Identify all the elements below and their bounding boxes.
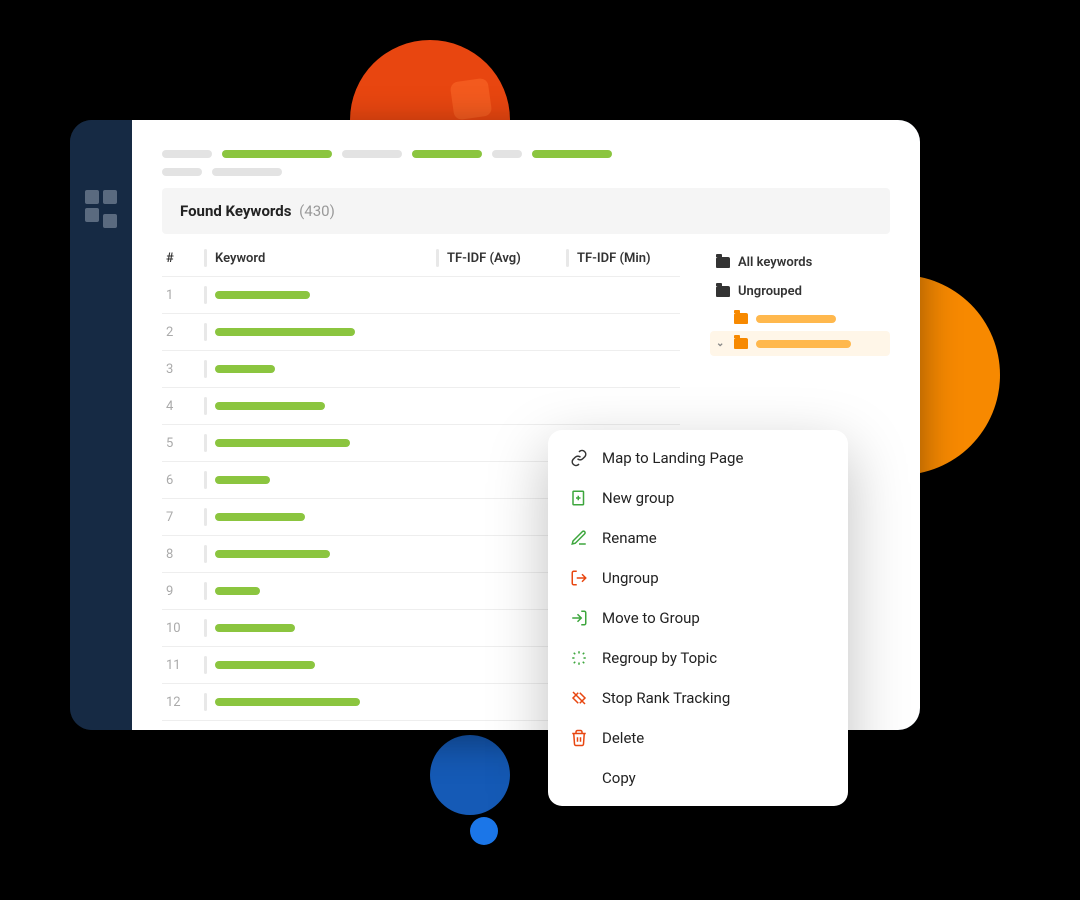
dashboard-icon[interactable] [85,190,117,730]
breadcrumb-row2 [162,168,890,176]
table-row[interactable]: 3 [162,351,680,388]
row-number: 2 [166,325,194,340]
menu-label: Map to Landing Page [602,449,743,467]
group-placeholder [756,315,836,323]
menu-new-group[interactable]: New group [548,478,848,518]
crumb-placeholder [532,150,612,158]
menu-stop-tracking[interactable]: Stop Rank Tracking [548,678,848,718]
table-row[interactable]: 4 [162,388,680,425]
crumb-placeholder [492,150,522,158]
col-keyword: Keyword [215,251,265,266]
sidebar [70,120,132,730]
menu-rename[interactable]: Rename [548,518,848,558]
menu-label: Stop Rank Tracking [602,689,730,707]
col-num: # [166,251,194,266]
crumb-placeholder [222,150,332,158]
table-row[interactable]: 2 [162,314,680,351]
edit-icon [570,529,588,547]
row-number: 11 [166,658,194,673]
filter-group-item-selected[interactable]: ⌄ [710,331,890,356]
keyword-bar [215,550,330,558]
keyword-bar [215,698,360,706]
decorative-circle [470,817,498,845]
section-header: Found Keywords (430) [162,188,890,234]
menu-move-group[interactable]: Move to Group [548,598,848,638]
crumb-placeholder [162,168,202,176]
keyword-bar [215,291,310,299]
keyword-bar [215,587,260,595]
menu-label: Copy [602,769,636,787]
menu-ungroup[interactable]: Ungroup [548,558,848,598]
menu-label: Delete [602,729,644,747]
menu-label: New group [602,489,674,507]
table-header: # Keyword TF-IDF (Avg) TF-IDF (Min) [162,240,680,277]
row-number: 12 [166,695,194,710]
blank-icon [570,769,588,787]
keyword-bar [215,402,325,410]
keyword-bar [215,476,270,484]
decorative-square [450,78,493,121]
filter-all-keywords[interactable]: All keywords [710,248,890,277]
folder-icon [734,313,748,324]
crumb-placeholder [412,150,482,158]
keyword-bar [215,328,355,336]
row-number: 7 [166,510,194,525]
crumb-placeholder [162,150,212,158]
breadcrumb [162,150,890,158]
row-number: 3 [166,362,194,377]
menu-label: Ungroup [602,569,659,587]
section-title: Found Keywords [180,202,291,220]
add-file-icon [570,489,588,507]
keyword-bar [215,439,350,447]
menu-regroup-topic[interactable]: Regroup by Topic [548,638,848,678]
menu-map-landing[interactable]: Map to Landing Page [548,438,848,478]
menu-label: Regroup by Topic [602,649,717,667]
folder-icon [716,257,730,268]
section-count: (430) [299,202,335,220]
chevron-down-icon: ⌄ [716,338,726,349]
filter-ungrouped[interactable]: Ungrouped [710,277,890,306]
col-avg: TF-IDF (Avg) [447,251,521,266]
menu-label: Rename [602,529,657,547]
menu-delete[interactable]: Delete [548,718,848,758]
menu-copy[interactable]: Copy [548,758,848,798]
logout-icon [570,569,588,587]
login-icon [570,609,588,627]
filter-label: Ungrouped [738,284,802,299]
trash-icon [570,729,588,747]
crumb-placeholder [342,150,402,158]
keyword-bar [215,513,305,521]
row-number: 10 [166,621,194,636]
group-placeholder [756,340,851,348]
crumb-placeholder [212,168,282,176]
keyword-bar [215,624,295,632]
row-number: 4 [166,399,194,414]
row-number: 6 [166,473,194,488]
row-number: 8 [166,547,194,562]
keyword-bar [215,365,275,373]
context-menu: Map to Landing Page New group Rename Ung… [548,430,848,806]
row-number: 5 [166,436,194,451]
unlink-icon [570,689,588,707]
row-number: 9 [166,584,194,599]
col-min: TF-IDF (Min) [577,251,651,266]
menu-label: Move to Group [602,609,700,627]
filter-group-item[interactable] [710,306,890,331]
decorative-circle [430,735,510,815]
magic-icon [570,649,588,667]
row-number: 1 [166,288,194,303]
keyword-bar [215,661,315,669]
link-icon [570,449,588,467]
folder-icon [716,286,730,297]
filter-label: All keywords [738,255,812,270]
table-row[interactable]: 1 [162,277,680,314]
folder-icon [734,338,748,349]
